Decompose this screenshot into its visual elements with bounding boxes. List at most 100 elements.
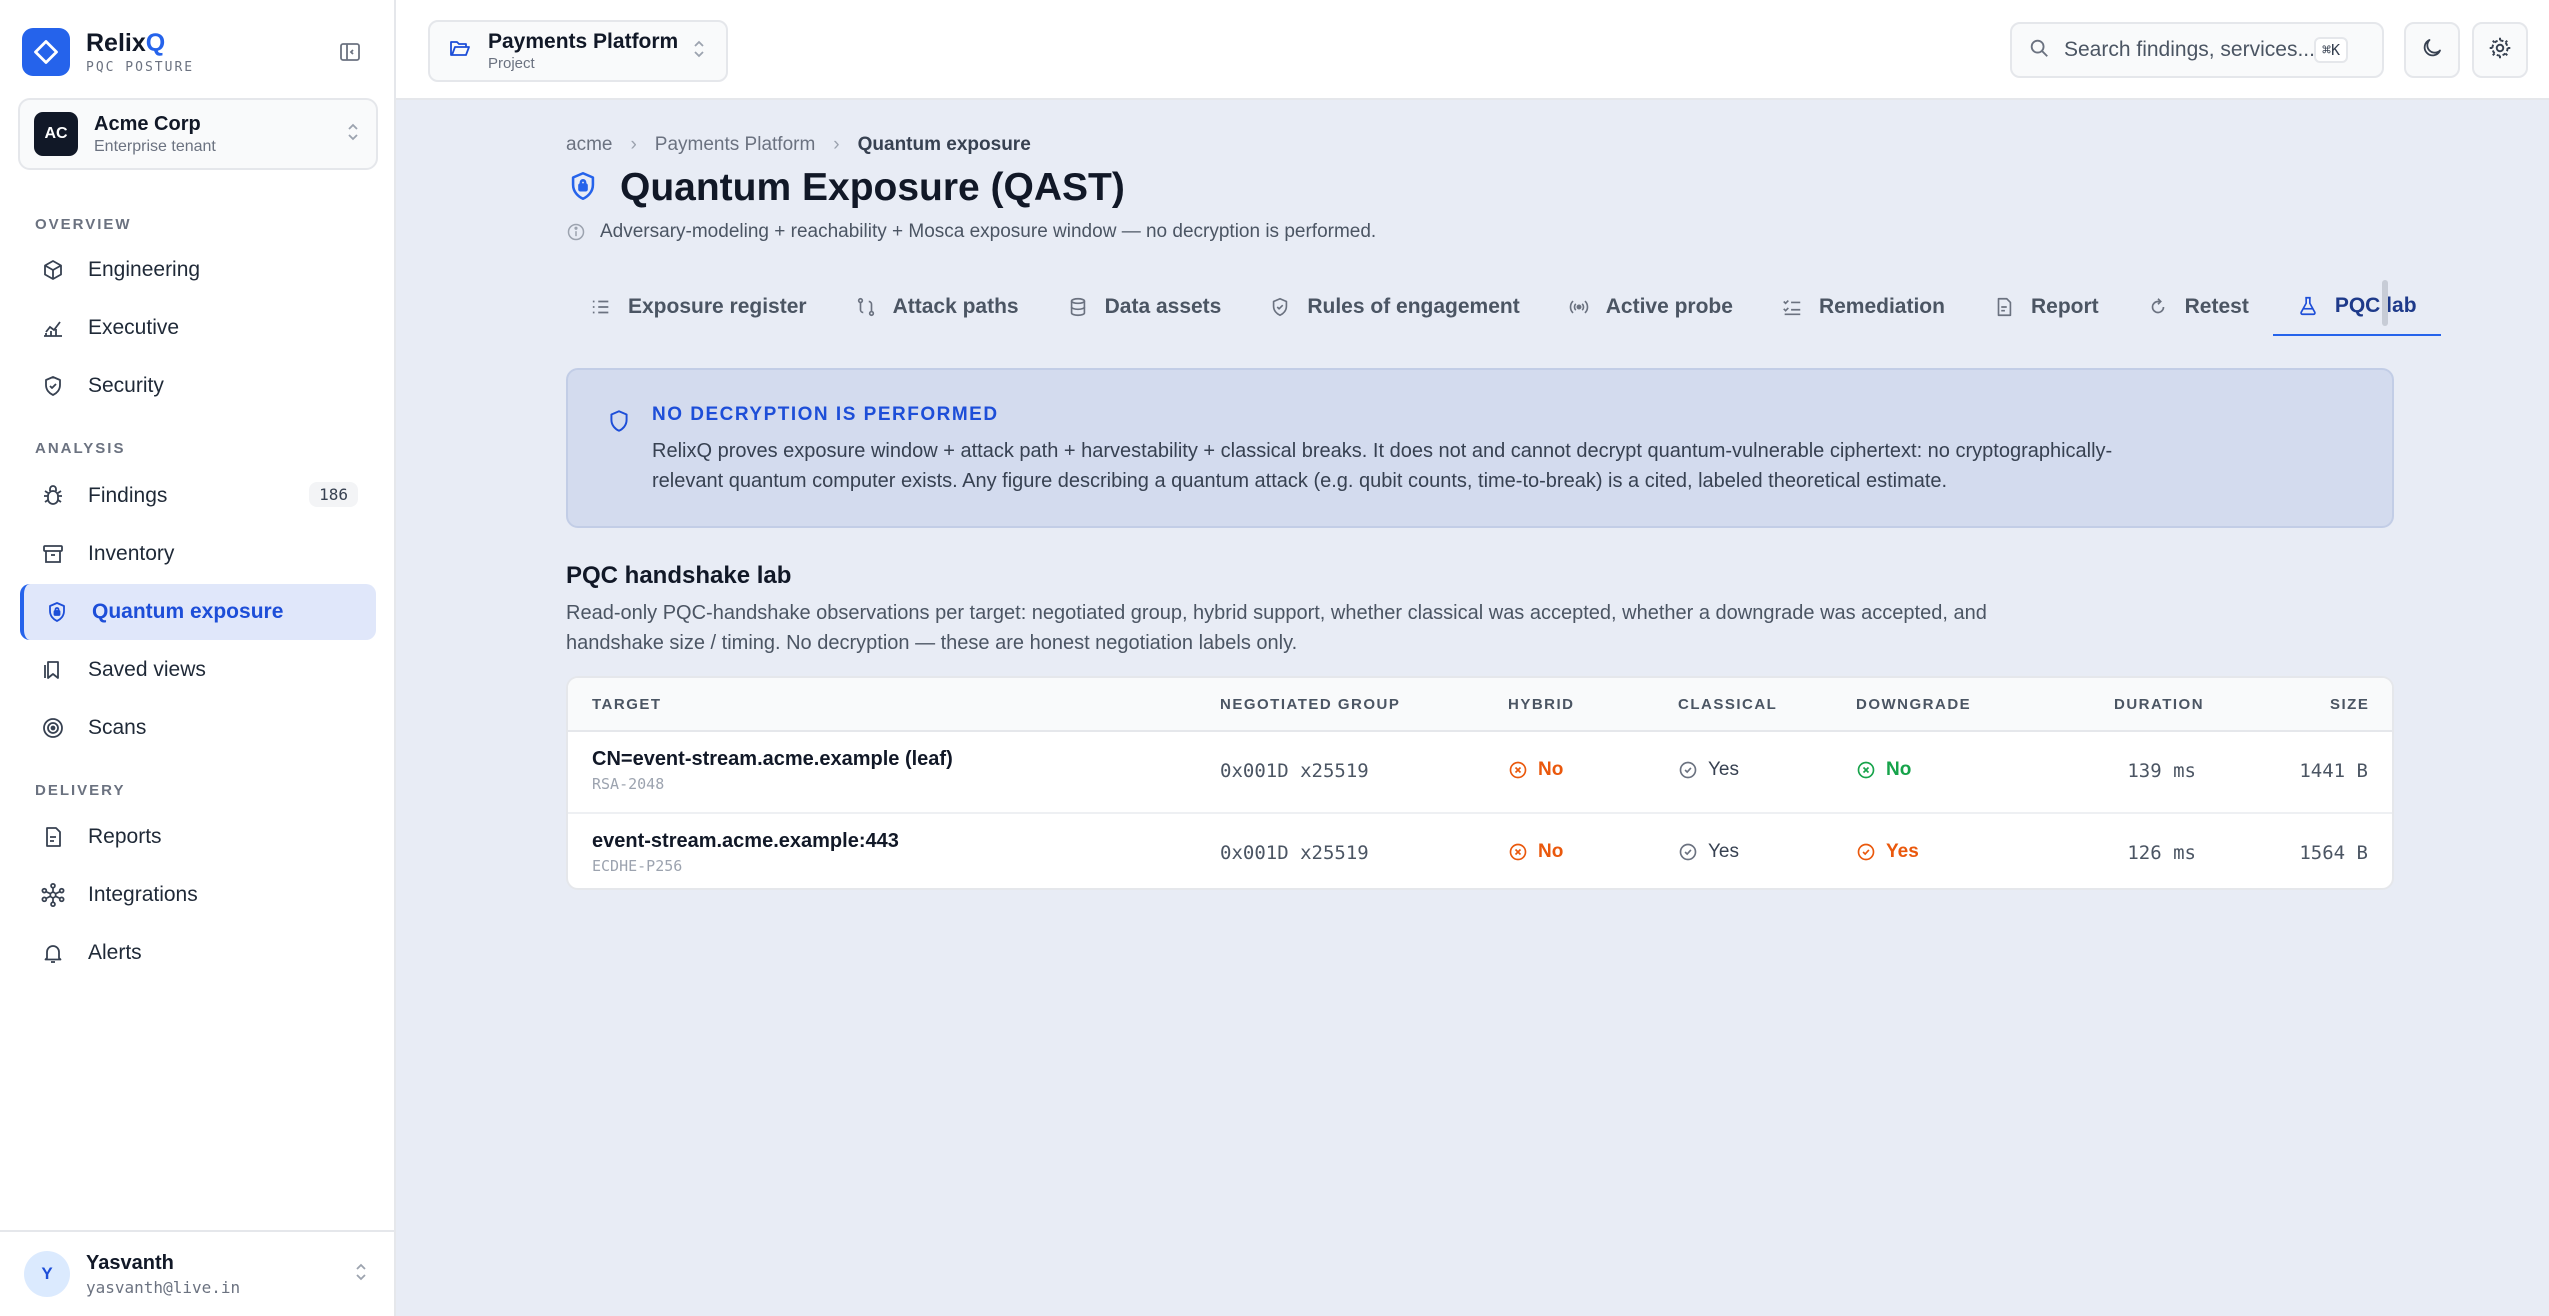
- negotiated-group: 0x001D x25519: [1220, 760, 1369, 782]
- page-subtitle-text: Adversary-modeling + reachability + Mosc…: [600, 221, 1377, 242]
- sidebar-item-security[interactable]: Security: [20, 358, 376, 414]
- bell-icon: [38, 938, 68, 968]
- breadcrumb-item-org[interactable]: acme: [566, 134, 612, 156]
- no-decryption-notice: NO DECRYPTION IS PERFORMED RelixQ proves…: [566, 368, 2394, 528]
- checklist-icon: [1781, 296, 1803, 318]
- report-icon: [38, 822, 68, 852]
- sidebar-item-label: Executive: [88, 316, 180, 339]
- x-circle-icon: [1508, 842, 1528, 862]
- shield-check-icon: [38, 371, 68, 401]
- bug-icon: [38, 481, 68, 511]
- handshake-size: 1441 B: [2299, 760, 2368, 782]
- downgrade-status: Yes: [1856, 841, 1919, 863]
- sidebar-item-executive[interactable]: Executive: [20, 300, 376, 356]
- x-circle-icon: [1856, 760, 1876, 780]
- page-title: Quantum Exposure (QAST): [620, 166, 1125, 209]
- list-icon: [590, 296, 612, 318]
- column-header-group[interactable]: NEGOTIATED GROUP: [1220, 696, 1400, 713]
- sidebar-item-label: Saved views: [88, 658, 206, 681]
- tab-bar: Exposure register Attack paths Data asse…: [566, 278, 2441, 336]
- sidebar-item-saved-views[interactable]: Saved views: [20, 642, 376, 698]
- tab-active-probe[interactable]: Active probe: [1544, 278, 1757, 336]
- check-circle-icon: [1856, 842, 1876, 862]
- sidebar-item-label: Security: [88, 374, 164, 397]
- sidebar-item-findings[interactable]: Findings 186: [20, 468, 376, 524]
- notice-title: NO DECRYPTION IS PERFORMED: [652, 404, 999, 425]
- brand[interactable]: RelixQ PQC POSTURE: [22, 28, 194, 76]
- network-icon: [38, 880, 68, 910]
- tab-rules-of-engagement[interactable]: Rules of engagement: [1245, 278, 1543, 336]
- tab-retest[interactable]: Retest: [2123, 278, 2273, 336]
- sidebar-item-quantum-exposure[interactable]: Quantum exposure: [20, 584, 376, 640]
- archive-icon: [38, 539, 68, 569]
- tenant-switcher[interactable]: AC Acme Corp Enterprise tenant: [18, 98, 378, 170]
- downgrade-status: No: [1856, 759, 1911, 781]
- tab-report[interactable]: Report: [1969, 278, 2123, 336]
- table-row[interactable]: event-stream.acme.example:443 ECDHE-P256…: [568, 812, 2392, 888]
- column-header-size[interactable]: SIZE: [2330, 696, 2369, 713]
- sidebar-item-label: Reports: [88, 825, 162, 848]
- sidebar-item-label: Alerts: [88, 941, 142, 964]
- sidebar-item-alerts[interactable]: Alerts: [20, 925, 376, 981]
- sidebar-item-inventory[interactable]: Inventory: [20, 526, 376, 582]
- tab-remediation[interactable]: Remediation: [1757, 278, 1969, 336]
- target-key-type: ECDHE-P256: [592, 857, 683, 875]
- info-icon: [567, 223, 585, 241]
- database-icon: [1067, 296, 1089, 318]
- sidebar-item-integrations[interactable]: Integrations: [20, 867, 376, 923]
- table-row[interactable]: CN=event-stream.acme.example (leaf) RSA-…: [568, 732, 2392, 812]
- nav-section-analysis: ANALYSIS: [35, 440, 126, 457]
- shield-check-icon: [1269, 296, 1291, 318]
- shield-icon: [606, 408, 632, 439]
- chevron-updown-icon: [690, 38, 708, 65]
- breadcrumb-item-current: Quantum exposure: [857, 134, 1031, 155]
- flask-icon: [2297, 295, 2319, 317]
- classical-status: Yes: [1678, 841, 1739, 863]
- breadcrumb-item-project[interactable]: Payments Platform: [655, 134, 816, 156]
- column-header-duration[interactable]: DURATION: [2114, 696, 2204, 713]
- sidebar-item-scans[interactable]: Scans: [20, 700, 376, 756]
- nav-section-overview: OVERVIEW: [35, 216, 132, 233]
- tenant-avatar: AC: [34, 112, 78, 156]
- project-type: Project: [488, 55, 535, 72]
- tab-exposure-register[interactable]: Exposure register: [566, 278, 831, 336]
- chevron-right-icon: ›: [833, 134, 840, 155]
- collapse-sidebar-icon[interactable]: [336, 38, 364, 66]
- column-header-target[interactable]: TARGET: [592, 696, 662, 713]
- user-menu[interactable]: Y Yasvanth yasvanth@live.in: [0, 1230, 394, 1316]
- sidebar-item-engineering[interactable]: Engineering: [20, 242, 376, 298]
- column-header-downgrade[interactable]: DOWNGRADE: [1856, 696, 1971, 713]
- target-key-type: RSA-2048: [592, 775, 665, 793]
- sidebar-item-reports[interactable]: Reports: [20, 809, 376, 865]
- hybrid-status: No: [1508, 841, 1563, 863]
- cube-icon: [38, 255, 68, 285]
- refresh-icon: [2147, 296, 2169, 318]
- settings-button[interactable]: [2472, 22, 2528, 78]
- search-box[interactable]: ⌘K: [2010, 22, 2384, 78]
- avatar: Y: [24, 1251, 70, 1297]
- section-description: Read-only PQC-handshake observations per…: [566, 602, 1987, 654]
- tab-attack-paths[interactable]: Attack paths: [831, 278, 1043, 336]
- section-title: PQC handshake lab: [566, 562, 792, 589]
- target-name: CN=event-stream.acme.example (leaf): [592, 748, 953, 770]
- tab-data-assets[interactable]: Data assets: [1043, 278, 1246, 336]
- project-switcher[interactable]: Payments Platform Project: [428, 20, 728, 82]
- tenant-type: Enterprise tenant: [94, 137, 216, 155]
- column-header-hybrid[interactable]: HYBRID: [1508, 696, 1575, 713]
- document-icon: [1993, 296, 2015, 318]
- handshake-table: TARGET NEGOTIATED GROUP HYBRID CLASSICAL…: [566, 676, 2394, 890]
- tab-pqc-lab[interactable]: PQC lab: [2272, 278, 2441, 336]
- classical-status: Yes: [1678, 759, 1739, 781]
- theme-toggle-button[interactable]: [2404, 22, 2460, 78]
- radio-icon: [1568, 296, 1590, 318]
- x-circle-icon: [1508, 760, 1528, 780]
- sidebar-item-label: Integrations: [88, 883, 198, 906]
- search-input[interactable]: [2064, 38, 2314, 62]
- handshake-size: 1564 B: [2299, 842, 2368, 864]
- hybrid-status: No: [1508, 759, 1563, 781]
- moon-icon: [2420, 36, 2444, 65]
- path-icon: [855, 296, 877, 318]
- page-header: Quantum Exposure (QAST): [566, 166, 1125, 210]
- tab-scrollbar[interactable]: [2382, 280, 2388, 326]
- column-header-classical[interactable]: CLASSICAL: [1678, 696, 1777, 713]
